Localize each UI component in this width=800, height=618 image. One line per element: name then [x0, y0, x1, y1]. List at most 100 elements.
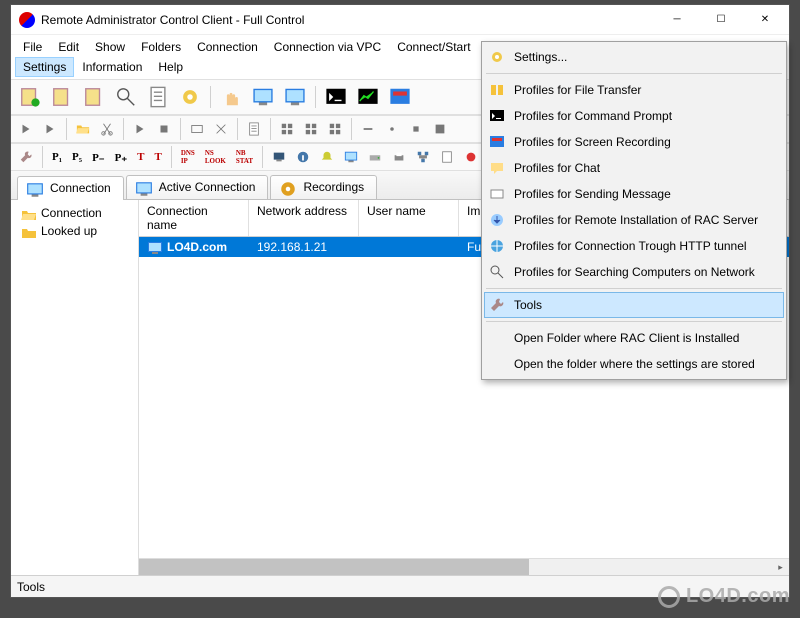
nb-stat-icon[interactable]: NBSTAT [232, 146, 257, 168]
menu-connect/start[interactable]: Connect/Start [389, 37, 478, 57]
menu-file[interactable]: File [15, 37, 50, 57]
menu-item-profiles-for-chat[interactable]: Profiles for Chat [484, 155, 784, 181]
printer-icon[interactable] [388, 146, 410, 168]
document-icon[interactable] [243, 118, 265, 140]
menu-item-profiles-for-remote-installation-of-rac-server[interactable]: Profiles for Remote Installation of RAC … [484, 207, 784, 233]
scroll-right-arrow[interactable]: ▸ [772, 559, 789, 575]
column-header-connection-name[interactable]: Connection name [139, 200, 249, 236]
text-button-3[interactable]: P₊ [111, 146, 132, 168]
column-header-user-name[interactable]: User name [359, 200, 459, 236]
hand-icon[interactable] [216, 82, 246, 112]
stop-icon[interactable] [153, 118, 175, 140]
settings-gear-icon[interactable] [175, 82, 205, 112]
blank-icon [488, 329, 506, 347]
tools-icon [488, 296, 506, 314]
drive-icon[interactable] [364, 146, 386, 168]
menu-item-tools[interactable]: Tools [484, 292, 784, 318]
tab-recordings[interactable]: Recordings [270, 175, 377, 199]
connection-search-icon[interactable] [111, 82, 141, 112]
bell-icon[interactable] [316, 146, 338, 168]
wrench-icon[interactable] [15, 146, 37, 168]
menu-connection[interactable]: Connection [189, 37, 266, 57]
info-icon[interactable] [292, 146, 314, 168]
http-tunnel-icon [488, 237, 506, 255]
menu-item-label: Profiles for Screen Recording [514, 135, 671, 149]
badge-icon[interactable] [460, 146, 482, 168]
play-icon[interactable] [15, 118, 37, 140]
menu-separator [486, 321, 782, 322]
close-button[interactable]: ✕ [743, 6, 787, 34]
connection-new-icon[interactable] [15, 82, 45, 112]
screens-blue-icon [147, 240, 163, 254]
gear-icon [488, 48, 506, 66]
close-x-icon[interactable] [210, 118, 232, 140]
text-button-1[interactable]: P₅ [68, 146, 86, 168]
menu-help[interactable]: Help [150, 57, 191, 77]
text-button-0[interactable]: P₁ [48, 146, 66, 168]
horizontal-scrollbar[interactable]: ◂ ▸ [139, 558, 789, 575]
script-icon[interactable] [436, 146, 458, 168]
titlebar: Remote Administrator Control Client - Fu… [11, 5, 789, 35]
screen-blue-icon[interactable] [248, 82, 278, 112]
tree-node-connection[interactable]: Connection [13, 204, 136, 222]
monitor-icon[interactable] [340, 146, 362, 168]
tree-node-looked-up[interactable]: Looked up [13, 222, 136, 240]
cmd-icon[interactable] [321, 82, 351, 112]
grid1-icon[interactable] [276, 118, 298, 140]
menu-information[interactable]: Information [74, 57, 150, 77]
tree-label: Looked up [41, 224, 97, 238]
abi-icon[interactable] [186, 118, 208, 140]
text-button-2[interactable]: P₋ [88, 146, 109, 168]
connection-list-icon[interactable] [143, 82, 173, 112]
menu-separator [486, 73, 782, 74]
minus-icon[interactable] [357, 118, 379, 140]
chat-profile-icon [488, 159, 506, 177]
square-small-icon[interactable] [405, 118, 427, 140]
menu-edit[interactable]: Edit [50, 37, 87, 57]
watermark-text: LO4D.com [686, 585, 790, 608]
menu-settings[interactable]: Settings [15, 57, 74, 77]
dns-ip-icon[interactable]: DNSIP [177, 146, 199, 168]
settings-dropdown: Settings...Profiles for File TransferPro… [481, 41, 787, 380]
ns-look-icon[interactable]: NSLOOK [201, 146, 230, 168]
grid3-icon[interactable] [324, 118, 346, 140]
message-profile-icon [488, 185, 506, 203]
menu-folders[interactable]: Folders [133, 37, 189, 57]
text-button-5[interactable]: T [150, 146, 165, 168]
computer-icon[interactable] [268, 146, 290, 168]
window-buttons: ─ ☐ ✕ [655, 6, 787, 34]
menu-item-open-the-folder-where-the-settings-are-stored[interactable]: Open the folder where the settings are s… [484, 351, 784, 377]
maximize-button[interactable]: ☐ [699, 6, 743, 34]
scroll-thumb[interactable] [139, 559, 529, 575]
screen-dual-icon[interactable] [280, 82, 310, 112]
play-icon[interactable] [129, 118, 151, 140]
folder-open-icon[interactable] [72, 118, 94, 140]
grid2-icon[interactable] [300, 118, 322, 140]
menu-item-profiles-for-connection-trough-http-tunnel[interactable]: Profiles for Connection Trough HTTP tunn… [484, 233, 784, 259]
connection-copy-icon[interactable] [79, 82, 109, 112]
menu-item-profiles-for-screen-recording[interactable]: Profiles for Screen Recording [484, 129, 784, 155]
dot-icon[interactable] [381, 118, 403, 140]
rec-icon[interactable] [385, 82, 415, 112]
column-header-network-address[interactable]: Network address [249, 200, 359, 236]
connection-edit-icon[interactable] [47, 82, 77, 112]
network-icon[interactable] [412, 146, 434, 168]
menu-item-label: Profiles for Searching Computers on Netw… [514, 265, 755, 279]
menu-item-profiles-for-searching-computers-on-network[interactable]: Profiles for Searching Computers on Netw… [484, 259, 784, 285]
square-large-icon[interactable] [429, 118, 451, 140]
menu-item-profiles-for-sending-message[interactable]: Profiles for Sending Message [484, 181, 784, 207]
cut-icon[interactable] [96, 118, 118, 140]
menu-item-open-folder-where-rac-client-is-installed[interactable]: Open Folder where RAC Client is Installe… [484, 325, 784, 351]
tab-active-connection[interactable]: Active Connection [126, 175, 269, 199]
text-button-4[interactable]: T [133, 146, 148, 168]
play-icon[interactable] [39, 118, 61, 140]
graph-icon[interactable] [353, 82, 383, 112]
menu-show[interactable]: Show [87, 37, 133, 57]
menu-connection-via-vpc[interactable]: Connection via VPC [266, 37, 389, 57]
tab-connection[interactable]: Connection [17, 176, 124, 200]
menu-item-profiles-for-file-transfer[interactable]: Profiles for File Transfer [484, 77, 784, 103]
menu-item-settings-[interactable]: Settings... [484, 44, 784, 70]
menu-item-profiles-for-command-prompt[interactable]: Profiles for Command Prompt [484, 103, 784, 129]
search-network-icon [488, 263, 506, 281]
minimize-button[interactable]: ─ [655, 6, 699, 34]
